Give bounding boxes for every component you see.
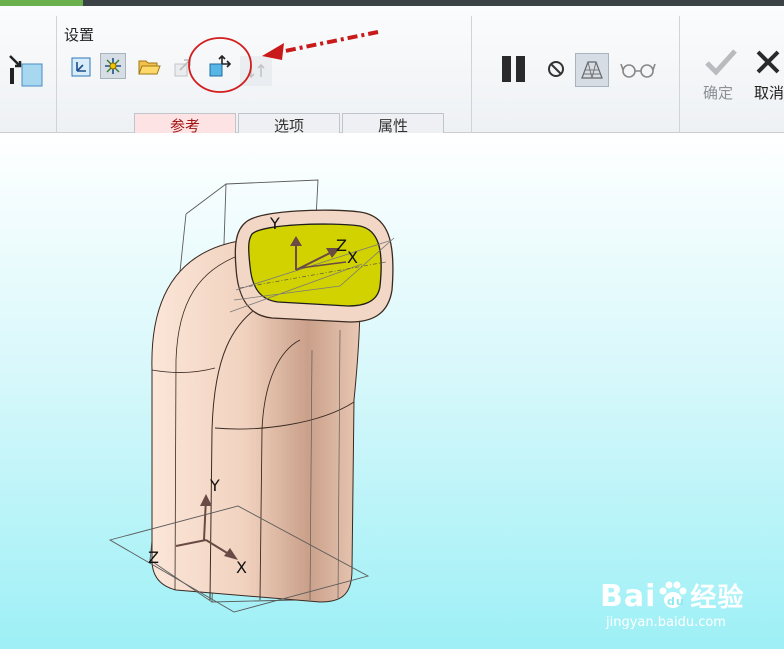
coordinate-system-icon[interactable] bbox=[68, 54, 94, 80]
axis-label-x-top: X bbox=[347, 248, 358, 267]
mesh-preview-icon[interactable] bbox=[575, 53, 609, 87]
glasses-preview-icon[interactable] bbox=[618, 56, 658, 82]
origin-reference-icon[interactable] bbox=[100, 53, 126, 79]
watermark-logo: Bai du 经验 bbox=[600, 577, 744, 614]
no-preview-icon[interactable] bbox=[543, 56, 569, 82]
cancel-x-icon[interactable] bbox=[754, 46, 784, 78]
axis-label-y-top: Y bbox=[269, 214, 280, 233]
pause-icon[interactable] bbox=[497, 52, 531, 86]
feature-type-icon[interactable] bbox=[6, 50, 46, 90]
sweep-model-view: Y Z X Y Z X bbox=[108, 179, 395, 613]
ribbon-toolbar: 设置 参考 选项 属性 确定 取消 bbox=[0, 6, 784, 137]
cancel-button-label[interactable]: 取消 bbox=[754, 82, 784, 103]
separator bbox=[471, 16, 472, 134]
svg-text:du: du bbox=[667, 595, 685, 608]
axis-label-z-top: Z bbox=[336, 236, 347, 255]
ok-button-label[interactable]: 确定 bbox=[703, 82, 733, 103]
paw-icon: du bbox=[656, 580, 690, 610]
annotation-arrow-head bbox=[262, 43, 284, 60]
open-folder-icon[interactable] bbox=[136, 53, 162, 79]
group-title-settings: 设置 bbox=[64, 26, 95, 44]
axis-label-z-bottom: Z bbox=[148, 548, 159, 567]
annotation-ellipse bbox=[188, 37, 252, 93]
axis-label-x-bottom: X bbox=[236, 558, 247, 577]
axis-label-y-bottom: Y bbox=[209, 476, 220, 495]
watermark-brand: Bai bbox=[600, 579, 657, 614]
annotation-arrow-line bbox=[279, 30, 379, 54]
graphics-viewport[interactable]: Y Z X Y Z X Bai du 经验 jingyan.baidu.com bbox=[0, 133, 784, 649]
separator bbox=[56, 16, 57, 134]
watermark-brand-cn: 经验 bbox=[690, 583, 745, 613]
watermark-url: jingyan.baidu.com bbox=[606, 615, 726, 630]
annotation-highlight bbox=[188, 30, 379, 93]
separator bbox=[679, 16, 680, 134]
ok-checkmark-icon[interactable] bbox=[703, 46, 739, 78]
